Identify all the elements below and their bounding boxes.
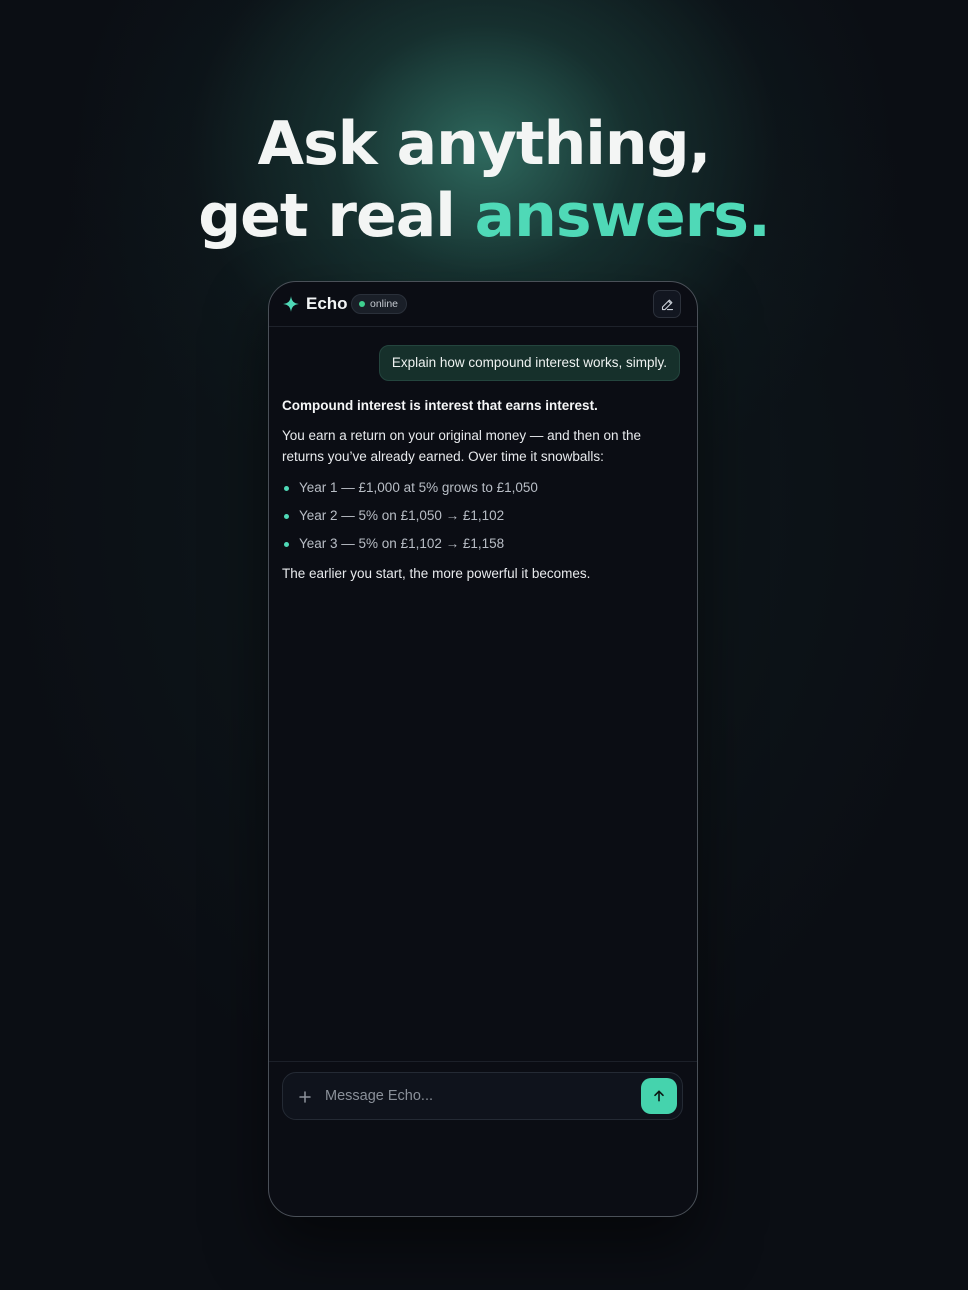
- arrow-up-icon: [654, 1090, 664, 1102]
- list-item: Year 2 — 5% on £1,050 → £1,102: [282, 502, 682, 530]
- assistant-bullet-list: Year 1 — £1,000 at 5% grows to £1,050 Ye…: [282, 474, 682, 558]
- app-header: Echo online: [269, 282, 697, 327]
- hero-line-1: Ask anything,: [257, 109, 712, 179]
- message-input[interactable]: [325, 1082, 625, 1110]
- status-dot-icon: [359, 301, 365, 307]
- composer-divider: [269, 1061, 697, 1062]
- attach-button[interactable]: [295, 1086, 315, 1106]
- send-button[interactable]: [641, 1078, 677, 1114]
- list-item: Year 1 — £1,000 at 5% grows to £1,050: [282, 474, 682, 502]
- app-name: Echo: [306, 294, 348, 313]
- assistant-lead: Compound interest is interest that earns…: [282, 398, 598, 413]
- user-message-bubble: Explain how compound interest works, sim…: [378, 345, 680, 381]
- bullet-dot-icon: [284, 542, 289, 547]
- new-chat-button[interactable]: [653, 290, 681, 318]
- edit-pencil-icon: [661, 299, 673, 310]
- list-item: Year 3 — 5% on £1,102 → £1,158: [282, 530, 682, 558]
- sparkle-icon: [283, 296, 299, 312]
- bullet-dot-icon: [284, 514, 289, 519]
- assistant-message: Compound interest is interest that earns…: [282, 395, 682, 585]
- plus-icon: [299, 1091, 311, 1103]
- assistant-paragraph: You earn a return on your original money…: [282, 428, 641, 464]
- list-item-text: Year 3 — 5% on £1,102 → £1,158: [299, 536, 505, 551]
- hero-headline: Ask anything, get real answers.: [0, 108, 968, 252]
- list-item-text: Year 1 — £1,000 at 5% grows to £1,050: [299, 480, 538, 495]
- chat-app-window: Echo online Explain how compound interes…: [268, 281, 698, 1217]
- hero-line-2: get real answers.: [0, 180, 968, 252]
- status-badge: online: [351, 294, 408, 314]
- bullet-dot-icon: [284, 486, 289, 491]
- hero-accent-word: answers.: [474, 181, 771, 251]
- hero-line-2-prefix: get real: [198, 181, 475, 251]
- list-item-text: Year 2 — 5% on £1,050 → £1,102: [299, 508, 505, 523]
- assistant-closing: The earlier you start, the more powerful…: [282, 566, 591, 581]
- message-composer: [282, 1072, 683, 1120]
- status-label: online: [370, 298, 399, 310]
